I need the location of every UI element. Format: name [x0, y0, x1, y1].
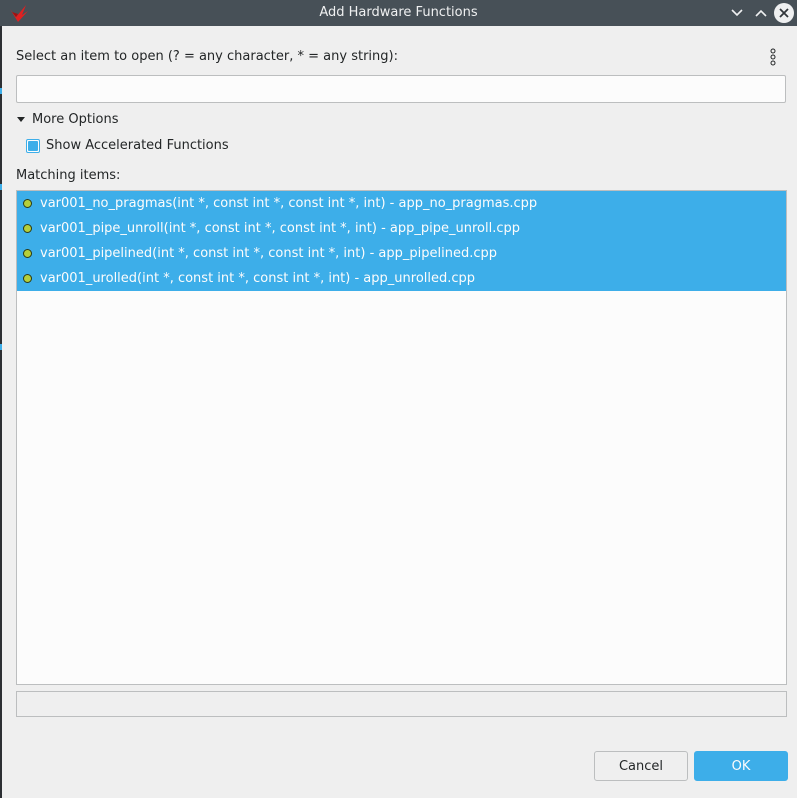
window-title: Add Hardware Functions	[319, 5, 478, 20]
window-left-edge	[0, 26, 2, 798]
chevron-up-icon	[755, 9, 767, 17]
list-item-label: var001_urolled(int *, const int *, const…	[40, 271, 476, 286]
kebab-menu-icon[interactable]	[766, 48, 780, 66]
minimize-button[interactable]	[727, 3, 747, 23]
expand-arrow-icon	[17, 117, 25, 122]
function-dot-icon	[23, 199, 32, 208]
checkbox-check-icon	[28, 140, 38, 151]
cancel-button[interactable]: Cancel	[594, 751, 688, 781]
chevron-down-icon	[731, 9, 743, 17]
search-input[interactable]	[17, 76, 785, 102]
show-accelerated-option[interactable]: Show Accelerated Functions	[26, 138, 229, 153]
list-item-label: var001_pipelined(int *, const int *, con…	[40, 246, 497, 261]
list-item[interactable]: var001_urolled(int *, const int *, const…	[17, 266, 786, 291]
close-button[interactable]	[774, 3, 794, 23]
more-options-label: More Options	[32, 112, 119, 127]
edge-marker	[0, 344, 2, 350]
status-bar	[16, 691, 787, 717]
more-options-toggle[interactable]: More Options	[16, 112, 119, 127]
title-bar[interactable]: Add Hardware Functions	[0, 0, 797, 26]
search-field[interactable]	[16, 75, 786, 103]
function-dot-icon	[23, 249, 32, 258]
function-dot-icon	[23, 274, 32, 283]
list-item-label: var001_no_pragmas(int *, const int *, co…	[40, 196, 538, 211]
function-dot-icon	[23, 224, 32, 233]
show-accelerated-label: Show Accelerated Functions	[46, 138, 229, 153]
list-item[interactable]: var001_pipelined(int *, const int *, con…	[17, 241, 786, 266]
close-icon	[779, 8, 789, 18]
edge-marker	[0, 88, 2, 94]
maximize-button[interactable]	[751, 3, 771, 23]
show-accelerated-checkbox[interactable]	[26, 138, 40, 153]
edge-marker	[0, 184, 2, 190]
ok-button[interactable]: OK	[694, 751, 788, 781]
prompt-label: Select an item to open (? = any characte…	[16, 49, 398, 64]
list-item[interactable]: var001_pipe_unroll(int *, const int *, c…	[17, 216, 786, 241]
add-hardware-functions-dialog: Add Hardware Functions Select an item to…	[0, 0, 797, 798]
matching-items-list[interactable]: var001_no_pragmas(int *, const int *, co…	[16, 190, 787, 685]
matching-items-label: Matching items:	[16, 168, 121, 183]
list-item-label: var001_pipe_unroll(int *, const int *, c…	[40, 221, 520, 236]
list-item[interactable]: var001_no_pragmas(int *, const int *, co…	[17, 191, 786, 216]
